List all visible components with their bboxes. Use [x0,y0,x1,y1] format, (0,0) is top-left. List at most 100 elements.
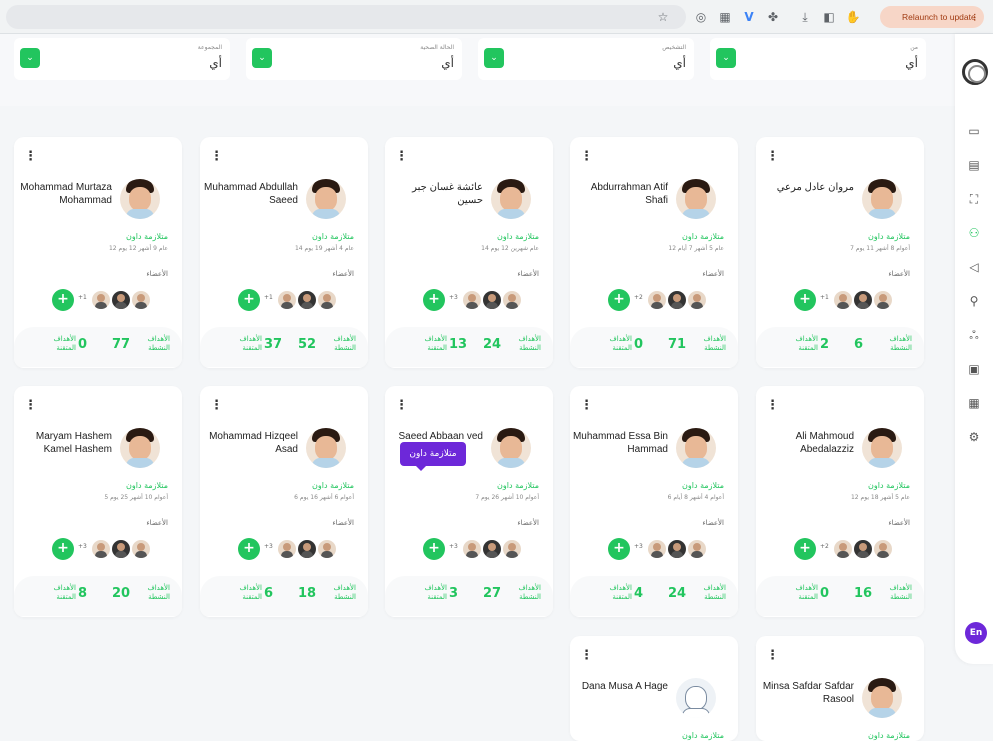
people-icon[interactable]: ⚲ [965,292,983,310]
add-member-button[interactable]: + [608,289,630,311]
member-avatar[interactable] [688,540,706,558]
achieved-goals-count: 6 [264,586,274,601]
member-avatar[interactable] [834,540,852,558]
student-card[interactable]: ⋮ Dana Musa A Hage متلازمة داون [570,636,738,741]
student-card[interactable]: ⋮ Muhammad Abdullah Saeed متلازمة داون 14 ع… [200,137,368,368]
relaunch-button[interactable]: Relaunch to update ⋮ [880,6,984,28]
student-card[interactable]: ⋮ Ali Mahmoud Abedalazziz متلازمة داون 12 ع… [756,386,924,617]
member-avatar[interactable] [112,540,130,558]
more-vert-icon[interactable]: ⋮ [971,6,980,28]
add-member-button[interactable]: + [52,538,74,560]
filter-health-status[interactable]: ⌄ الحالة الصحية أي [246,38,462,80]
settings-icon[interactable]: ⚙ [965,428,983,446]
member-avatar[interactable] [463,291,481,309]
student-card[interactable]: ⋮ Mohammad Hizqeel Asad متلازمة داون 6 أعوا… [200,386,368,617]
card-menu-icon[interactable]: ⋮ [580,648,593,663]
language-toggle[interactable]: En [965,622,987,644]
active-goals-count: 24 [668,586,687,601]
card-menu-icon[interactable]: ⋮ [395,149,408,164]
student-avatar [491,428,531,468]
vue-icon[interactable]: V [740,8,758,26]
card-menu-icon[interactable]: ⋮ [24,149,37,164]
puzzle-icon[interactable]: ✤ [764,8,782,26]
camera-icon[interactable]: ◎ [692,8,710,26]
member-avatar[interactable] [483,291,501,309]
member-avatar[interactable] [874,291,892,309]
star-icon[interactable]: ☆ [654,8,672,26]
member-avatar[interactable] [874,540,892,558]
member-avatar[interactable] [298,291,316,309]
clipboard-icon[interactable]: ▣ [965,360,983,378]
member-avatar[interactable] [112,291,130,309]
card-menu-icon[interactable]: ⋮ [210,149,223,164]
monitor-icon[interactable]: ▭ [965,122,983,140]
chevron-down-icon[interactable]: ⌄ [716,48,736,68]
chevron-down-icon[interactable]: ⌄ [20,48,40,68]
student-card[interactable]: ⋮ Saeed Abbaan ved متلازمة داون 7 أعوام 10 … [385,386,553,617]
card-menu-icon[interactable]: ⋮ [580,149,593,164]
student-card[interactable]: ⋮ Muhammad Essa Bin Hammad متلازمة داون 6 أ… [570,386,738,617]
member-avatar[interactable] [278,291,296,309]
card-menu-icon[interactable]: ⋮ [766,398,779,413]
member-avatar[interactable] [834,291,852,309]
hand-icon[interactable]: ✋ [844,8,862,26]
right-sidebar: ▭ ▤ ⛶ ⚇ ◁ ⚲ ஃ ▣ ▦ ⚙ En [955,34,993,664]
member-avatar[interactable] [854,291,872,309]
sidebar-icon[interactable]: ◧ [820,8,838,26]
filter-group[interactable]: ⌄ المجموعة أي [14,38,230,80]
more-members-count: +3 [449,294,458,301]
add-member-button[interactable]: + [794,538,816,560]
student-card[interactable]: ⋮ Mohammad Murtaza Mohammad متلازمة داون 12… [14,137,182,368]
card-menu-icon[interactable]: ⋮ [24,398,37,413]
member-avatar[interactable] [503,291,521,309]
member-avatar[interactable] [648,540,666,558]
card-menu-icon[interactable]: ⋮ [766,149,779,164]
team-icon[interactable]: ⛶ [965,190,983,208]
member-avatar[interactable] [503,540,521,558]
member-avatar[interactable] [668,540,686,558]
student-card[interactable]: ⋮ Maryam Hashem Kamel Hashem متلازمة داون 5… [14,386,182,617]
student-card[interactable]: ⋮ عائشة غسان جبر حسين متلازمة داون 14 عام ش… [385,137,553,368]
member-avatar[interactable] [298,540,316,558]
add-member-button[interactable]: + [238,538,260,560]
address-bar[interactable] [6,5,686,29]
student-card[interactable]: ⋮ Minsa Safdar Safdar Rasool متلازمة داون [756,636,924,741]
member-avatar[interactable] [688,291,706,309]
member-avatar[interactable] [648,291,666,309]
card-menu-icon[interactable]: ⋮ [580,398,593,413]
member-avatar[interactable] [668,291,686,309]
member-avatar[interactable] [854,540,872,558]
filter-diagnosis[interactable]: ⌄ التشخيص أي [478,38,694,80]
member-avatar[interactable] [132,540,150,558]
filter-from[interactable]: ⌄ من أي [710,38,926,80]
add-member-button[interactable]: + [423,538,445,560]
card-menu-icon[interactable]: ⋮ [395,398,408,413]
add-member-button[interactable]: + [238,289,260,311]
member-avatar[interactable] [318,540,336,558]
app-logo[interactable] [962,59,988,85]
member-avatar[interactable] [132,291,150,309]
card-menu-icon[interactable]: ⋮ [210,398,223,413]
add-member-button[interactable]: + [423,289,445,311]
member-avatar[interactable] [483,540,501,558]
member-avatar[interactable] [463,540,481,558]
extension-icon[interactable]: ▦ [716,8,734,26]
chevron-down-icon[interactable]: ⌄ [252,48,272,68]
community-icon[interactable]: ஃ [965,326,983,344]
groups-icon[interactable]: ⚇ [965,224,983,242]
megaphone-icon[interactable]: ◁ [965,258,983,276]
member-avatar[interactable] [92,291,110,309]
chevron-down-icon[interactable]: ⌄ [484,48,504,68]
student-card[interactable]: ⋮ Abdurrahman Atif Shafi متلازمة داون 12 عا… [570,137,738,368]
card-menu-icon[interactable]: ⋮ [766,648,779,663]
student-card[interactable]: ⋮ مروان عادل مرعي متلازمة داون 7 أعوام 8 أش… [756,137,924,368]
book-icon[interactable]: ▤ [965,156,983,174]
member-avatar[interactable] [318,291,336,309]
calendar-check-icon[interactable]: ▦ [965,394,983,412]
add-member-button[interactable]: + [52,289,74,311]
member-avatar[interactable] [92,540,110,558]
add-member-button[interactable]: + [608,538,630,560]
add-member-button[interactable]: + [794,289,816,311]
member-avatar[interactable] [278,540,296,558]
download-icon[interactable]: ⤓ [796,8,814,26]
